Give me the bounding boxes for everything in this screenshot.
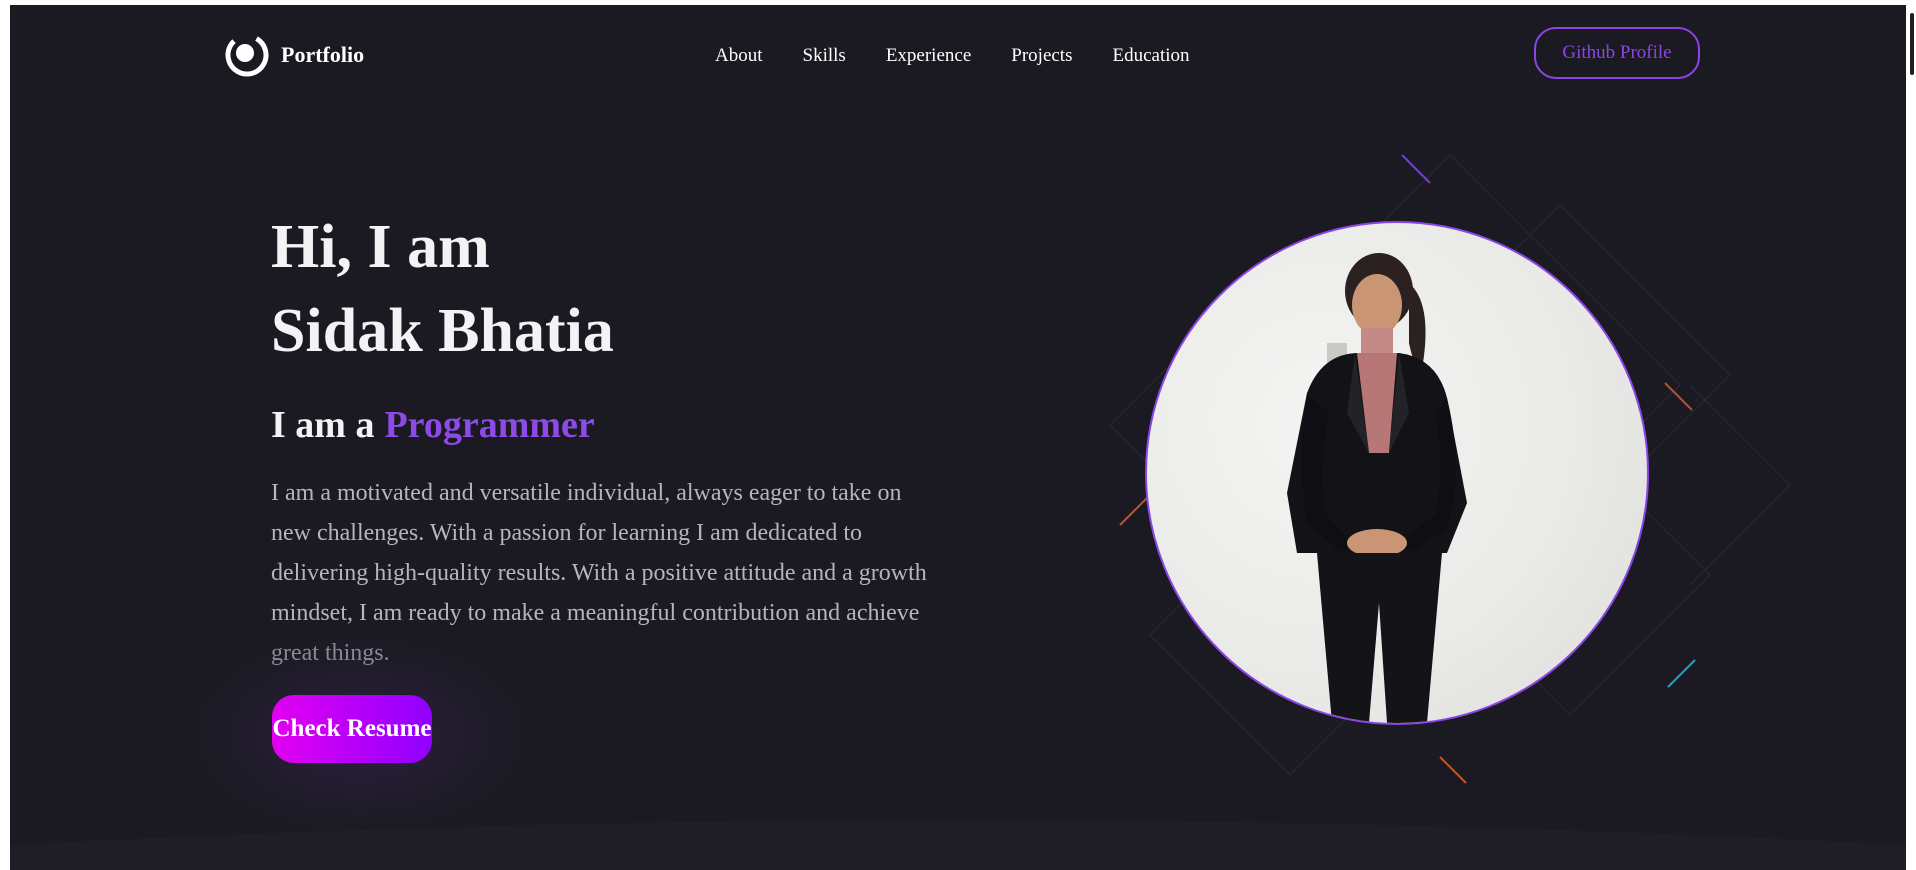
nav-link-experience[interactable]: Experience [886, 45, 971, 67]
scrollbar[interactable] [1906, 5, 1916, 870]
scrollbar-thumb[interactable] [1910, 13, 1914, 75]
nav-link-education[interactable]: Education [1112, 45, 1189, 67]
hero-name: Sidak Bhatia [271, 297, 614, 365]
nav-link-projects[interactable]: Projects [1011, 45, 1072, 67]
portfolio-logo-icon [225, 33, 269, 77]
check-resume-button[interactable]: Check Resume [272, 695, 432, 763]
role-word: Programmer [384, 404, 595, 446]
logo-text: Portfolio [281, 42, 365, 67]
bio-line: delivering high-quality results. With a … [271, 560, 927, 586]
nav-menu: About Skills Experience Projects Educati… [715, 45, 1190, 67]
bio-line: I am a motivated and versatile individua… [271, 480, 902, 506]
top-navigation: Portfolio About Skills Experience Projec… [10, 5, 1906, 115]
role-prefix: I am a [271, 404, 375, 446]
hero-greeting: Hi, I am [271, 213, 490, 281]
hero-intro: Hi, I am Sidak Bhatia I am a Programmer I… [271, 205, 991, 673]
profile-photo [1145, 221, 1649, 725]
nav-link-skills[interactable]: Skills [803, 45, 846, 67]
logo[interactable]: Portfolio [225, 33, 364, 77]
nav-link-about[interactable]: About [715, 45, 763, 67]
hero-role-line: I am a Programmer [271, 401, 991, 449]
github-profile-button[interactable]: Github Profile [1534, 27, 1700, 79]
profile-illustration [1287, 253, 1467, 723]
bio-line: new challenges. With a passion for learn… [271, 520, 863, 546]
page-frame: Portfolio About Skills Experience Projec… [10, 5, 1906, 870]
bio-line: mindset, I am ready to make a meaningful… [271, 600, 920, 626]
